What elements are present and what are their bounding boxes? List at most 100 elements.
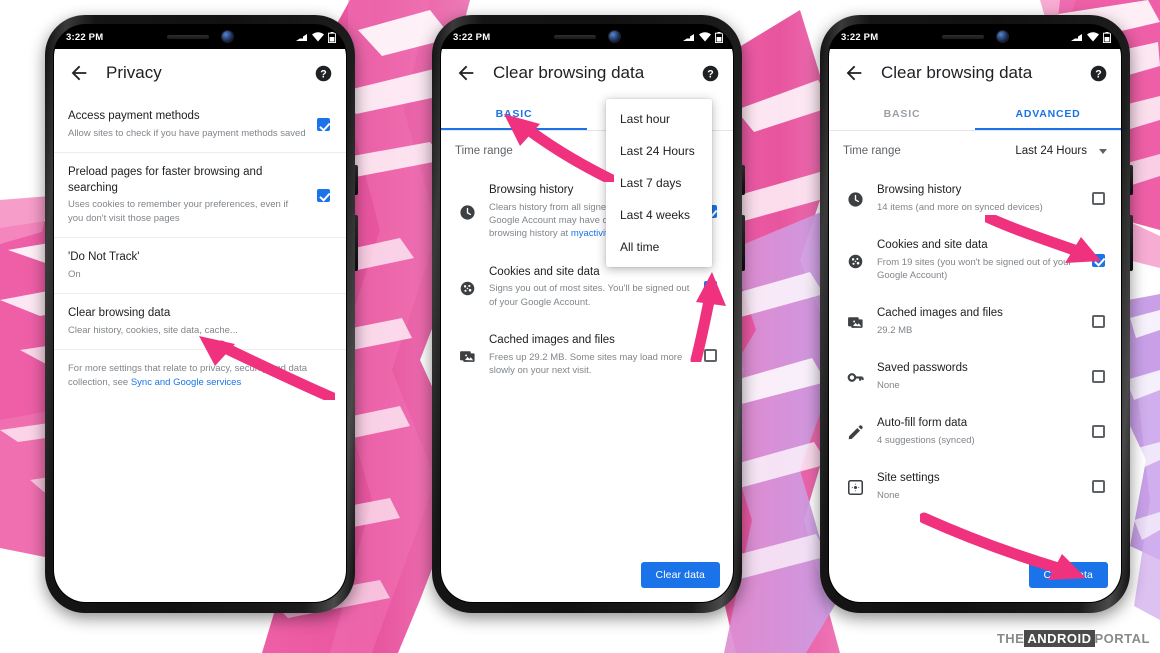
status-time: 3:22 PM xyxy=(841,31,879,43)
image-icon xyxy=(459,351,475,362)
watermark-the: THE xyxy=(996,631,1025,646)
watermark-android: ANDROID xyxy=(1024,630,1095,647)
status-bar: 3:22 PM xyxy=(829,25,1121,49)
cbd-row-browsing-history[interactable]: Browsing history 14 items (and more on s… xyxy=(829,171,1121,226)
row-subtitle: Signs you out of most sites. You'll be s… xyxy=(489,283,690,308)
row-title: Cookies and site data xyxy=(489,265,600,278)
wifi-icon xyxy=(1087,32,1099,42)
dropdown-option-last-4-weeks[interactable]: Last 4 weeks xyxy=(606,199,712,231)
volume-button[interactable] xyxy=(355,215,358,271)
page-title: Clear browsing data xyxy=(493,63,645,82)
dropdown-option-last-7-days[interactable]: Last 7 days xyxy=(606,167,712,199)
app-bar: Clear browsing data ? xyxy=(441,49,733,97)
front-camera-icon xyxy=(609,31,620,42)
svg-text:?: ? xyxy=(707,68,713,80)
phone-1-privacy: 3:22 PM Privacy ? Access payment methods… xyxy=(45,15,358,613)
time-range-row[interactable]: Time range Last 24 Hours xyxy=(829,131,1121,171)
row-title: 'Do Not Track' xyxy=(68,251,140,263)
cbd-row-cached-images[interactable]: Cached images and files Frees up 29.2 MB… xyxy=(441,321,733,389)
notch xyxy=(145,25,255,48)
clock-icon xyxy=(847,192,863,207)
row-subtitle: From 19 sites (you won't be signed out o… xyxy=(877,256,1072,281)
app-bar: Privacy ? xyxy=(54,49,346,97)
front-camera-icon xyxy=(997,31,1008,42)
row-title: Clear browsing data xyxy=(68,307,171,319)
row-subtitle: On xyxy=(68,268,81,280)
tab-indicator xyxy=(441,128,587,130)
time-range-label: Time range xyxy=(455,145,513,157)
time-range-dropdown[interactable]: Last hour Last 24 Hours Last 7 days Last… xyxy=(606,99,712,267)
checkbox-browsing-history[interactable] xyxy=(1091,192,1105,205)
checkbox-cookies[interactable] xyxy=(1091,253,1105,267)
back-arrow-icon[interactable] xyxy=(455,62,477,84)
row-subtitle: Allow sites to check if you have payment… xyxy=(68,127,306,139)
tab-basic[interactable]: BASIC xyxy=(441,97,587,130)
row-subtitle: None xyxy=(877,490,900,501)
status-icons xyxy=(296,31,336,43)
status-bar: 3:22 PM xyxy=(441,25,733,49)
signal-icon xyxy=(1071,34,1082,41)
status-bar: 3:22 PM xyxy=(54,25,346,49)
signal-icon xyxy=(296,34,307,41)
checkbox-cached-images[interactable] xyxy=(1091,315,1105,329)
power-button[interactable] xyxy=(1130,165,1133,195)
help-icon[interactable]: ? xyxy=(315,65,332,82)
checkbox-saved-passwords[interactable] xyxy=(1091,370,1105,384)
row-subtitle: 29.2 MB xyxy=(877,325,913,336)
row-title: Saved passwords xyxy=(877,362,968,375)
volume-button[interactable] xyxy=(1130,215,1133,271)
time-range-label: Time range xyxy=(843,145,901,157)
privacy-row-do-not-track[interactable]: 'Do Not Track' On xyxy=(54,238,346,294)
time-range-value[interactable]: Last 24 Hours xyxy=(1015,145,1087,157)
checkbox-payment-methods[interactable] xyxy=(316,118,330,131)
image-icon xyxy=(847,317,863,329)
phone-1-screen: Privacy ? Access payment methods Allow s… xyxy=(54,49,346,602)
cbd-row-saved-passwords[interactable]: Saved passwords None xyxy=(829,349,1121,404)
cbd-row-cookies[interactable]: Cookies and site data From 19 sites (you… xyxy=(829,226,1121,294)
checkbox-preload-pages[interactable] xyxy=(316,188,330,202)
checkbox-site-settings[interactable] xyxy=(1091,480,1105,494)
checkbox-cached-images[interactable] xyxy=(703,349,717,363)
status-icons xyxy=(1071,31,1111,43)
help-icon[interactable]: ? xyxy=(1090,65,1107,82)
back-arrow-icon[interactable] xyxy=(843,62,865,84)
cbd-row-autofill[interactable]: Auto-fill form data 4 suggestions (synce… xyxy=(829,404,1121,459)
tab-basic[interactable]: BASIC xyxy=(829,97,975,130)
volume-button[interactable] xyxy=(742,215,745,271)
phone-2-screen: Clear browsing data ? BASIC ADVANCED Tim… xyxy=(441,49,733,602)
row-title: Auto-fill form data xyxy=(877,417,968,430)
row-title: Browsing history xyxy=(877,184,962,196)
row-subtitle: Frees up 29.2 MB. Some sites may load mo… xyxy=(489,351,683,377)
row-subtitle: 14 items (and more on synced devices) xyxy=(877,201,1043,213)
key-icon xyxy=(847,373,864,383)
watermark: THE ANDROID PORTAL xyxy=(997,630,1150,647)
row-subtitle: None xyxy=(877,380,900,391)
privacy-row-clear-browsing-data[interactable]: Clear browsing data Clear history, cooki… xyxy=(54,294,346,350)
privacy-row-payment[interactable]: Access payment methods Allow sites to ch… xyxy=(54,97,346,153)
watermark-portal: PORTAL xyxy=(1094,631,1150,646)
dropdown-option-last-24-hours[interactable]: Last 24 Hours xyxy=(606,135,712,167)
privacy-footer-note: For more settings that relate to privacy… xyxy=(54,350,346,403)
tab-advanced[interactable]: ADVANCED xyxy=(975,97,1121,130)
sync-google-services-link[interactable]: Sync and Google services xyxy=(131,377,241,388)
clear-data-button[interactable]: Clear data xyxy=(1028,562,1108,588)
dropdown-option-all-time[interactable]: All time xyxy=(606,231,712,263)
checkbox-autofill[interactable] xyxy=(1091,425,1105,439)
help-icon[interactable]: ? xyxy=(702,65,719,82)
app-bar: Clear browsing data ? xyxy=(829,49,1121,97)
clear-data-button[interactable]: Clear data xyxy=(640,562,720,588)
dropdown-option-last-hour[interactable]: Last hour xyxy=(606,103,712,135)
privacy-row-preload[interactable]: Preload pages for faster browsing and se… xyxy=(54,153,346,238)
cookie-icon xyxy=(848,254,862,269)
checkbox-cookies[interactable] xyxy=(703,280,717,294)
phone-3-clear-browsing-advanced: 3:22 PM Clear browsing data ? BASIC ADVA… xyxy=(820,15,1133,613)
phone-2-clear-browsing-basic: 3:22 PM Clear browsing data ? BASIC Time… xyxy=(432,15,745,613)
status-time: 3:22 PM xyxy=(66,31,104,43)
back-arrow-icon[interactable] xyxy=(68,62,90,84)
cbd-row-cached-images[interactable]: Cached images and files 29.2 MB xyxy=(829,294,1121,349)
wifi-icon xyxy=(312,32,324,42)
cbd-row-site-settings[interactable]: Site settings None xyxy=(829,459,1121,514)
chevron-down-icon[interactable] xyxy=(1099,148,1107,154)
power-button[interactable] xyxy=(355,165,358,195)
power-button[interactable] xyxy=(742,165,745,195)
